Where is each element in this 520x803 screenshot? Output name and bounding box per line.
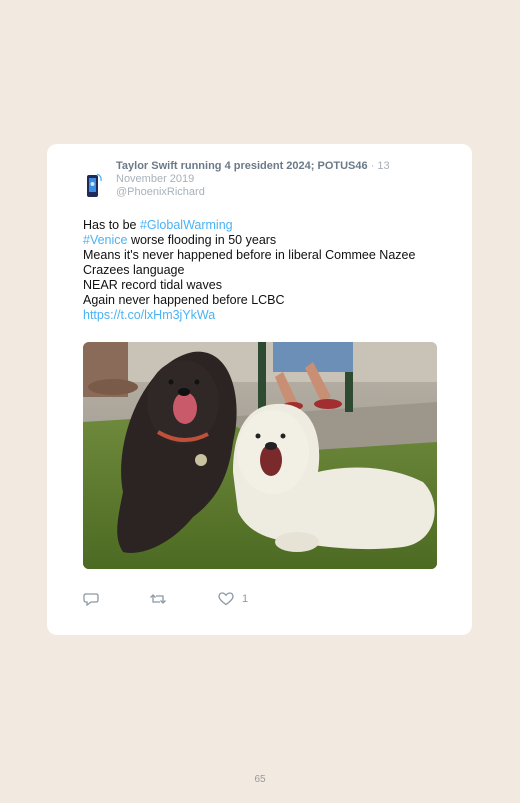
tweet-line: Again never happened before LCBC (83, 293, 285, 307)
tweet-line: Crazees language (83, 263, 185, 277)
page-number: 65 (254, 774, 266, 785)
user-handle[interactable]: @PhoenixRichard (116, 186, 205, 198)
url-link[interactable]: https://t.co/lxHm3jYkWa (83, 308, 215, 322)
tweet-line: https://t.co/lxHm3jYkWa (83, 308, 453, 323)
hashtag-link[interactable]: #Venice (83, 233, 127, 247)
tweet-header: Taylor Swift running 4 president 2024; P… (116, 160, 416, 199)
reply-button[interactable] (83, 592, 99, 606)
hashtag-link[interactable]: #GlobalWarming (140, 218, 233, 232)
tweet-line: Means it's never happened before in libe… (83, 248, 416, 262)
like-button[interactable]: 1 (218, 592, 248, 606)
tweet-text: Has to be #GlobalWarming #Venice worse f… (83, 218, 453, 323)
tweet-card: Taylor Swift running 4 president 2024; P… (47, 144, 472, 635)
reply-icon (83, 593, 99, 606)
tweet-line: #Venice worse flooding in 50 years (83, 233, 277, 247)
tweet-line: Has to be #GlobalWarming (83, 218, 233, 232)
retweet-icon (150, 594, 166, 604)
likes-count: 1 (242, 593, 249, 605)
dogs-photo (83, 342, 437, 569)
phone-avatar-icon[interactable] (83, 172, 105, 202)
retweet-button[interactable] (149, 592, 167, 606)
tweet-actions: 1 (83, 592, 283, 610)
tweet-photo[interactable] (83, 342, 437, 569)
tweet-line: NEAR record tidal waves (83, 278, 222, 292)
heart-icon (218, 592, 234, 606)
display-name[interactable]: Taylor Swift running 4 president 2024; P… (116, 160, 368, 172)
